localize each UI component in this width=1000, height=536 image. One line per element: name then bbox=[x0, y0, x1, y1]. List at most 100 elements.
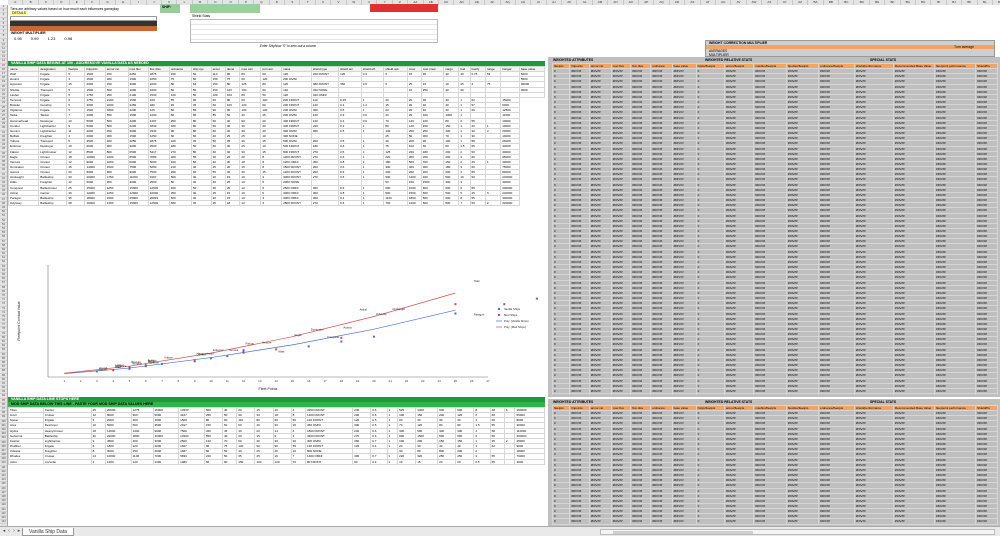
table-cell[interactable]: 28 bbox=[66, 200, 86, 207]
table-cell[interactable]: 1 bbox=[360, 200, 385, 207]
table-cell[interactable]: 1200 bbox=[406, 200, 422, 207]
column-header[interactable]: B bbox=[23, 0, 39, 5]
table-cell[interactable]: 16000 bbox=[84, 200, 106, 207]
column-header[interactable]: AW bbox=[746, 0, 763, 5]
column-header[interactable]: H bbox=[115, 0, 132, 5]
column-header[interactable]: AD bbox=[454, 0, 470, 5]
column-header[interactable]: BH bbox=[916, 0, 932, 5]
table-cell[interactable]: 20 bbox=[455, 458, 475, 465]
table-cell[interactable]: 100 bbox=[254, 458, 274, 465]
table-cell[interactable]: 480 bbox=[168, 200, 192, 207]
weighted-cell[interactable]: #DIV/0! bbox=[588, 392, 612, 395]
table-cell[interactable]: 500 bbox=[420, 200, 445, 207]
column-header[interactable]: BI bbox=[931, 0, 947, 5]
table-cell[interactable]: 500 bbox=[443, 200, 460, 207]
table-cell[interactable]: 18 bbox=[224, 200, 241, 207]
column-header[interactable]: BE bbox=[869, 0, 886, 5]
column-header[interactable]: AY bbox=[777, 0, 793, 5]
column-header[interactable]: E bbox=[69, 0, 85, 5]
table-cell[interactable]: 270 bbox=[310, 200, 340, 207]
last-sheet-icon[interactable]: ▸ bbox=[17, 528, 21, 534]
weighted-cell[interactable]: #DIV/0! bbox=[818, 392, 855, 395]
table-cell[interactable]: Astro bbox=[8, 458, 44, 465]
special-header[interactable]: Recommended Base Value bbox=[892, 405, 936, 412]
column-header[interactable]: BA bbox=[808, 0, 824, 5]
column-header[interactable]: C bbox=[38, 0, 55, 5]
column-header[interactable]: AG bbox=[500, 0, 516, 5]
column-header[interactable]: AH bbox=[515, 0, 532, 5]
table-row[interactable]: Astro Corvette 4 1200 120 1300 1083 60 90 150 100 1… bbox=[8, 458, 545, 465]
table-cell[interactable]: 0.5 bbox=[473, 458, 491, 465]
table-cell[interactable]: 4000 bbox=[514, 458, 545, 465]
weighted-cell[interactable]: #DIV/0! bbox=[818, 523, 855, 525]
column-header[interactable]: D bbox=[54, 0, 70, 5]
table-cell[interactable]: 90 bbox=[352, 458, 372, 465]
column-header[interactable]: AU bbox=[715, 0, 732, 5]
column-header[interactable]: AE bbox=[469, 0, 486, 5]
column-header[interactable]: BG bbox=[900, 0, 917, 5]
row-header[interactable]: 124 bbox=[0, 520, 7, 525]
table-cell[interactable]: 2800 FRONT bbox=[281, 200, 312, 207]
weighted-cell[interactable]: #DIV/0! bbox=[630, 392, 652, 395]
table-cell[interactable]: 10 bbox=[397, 458, 417, 465]
weighted-cell[interactable]: #DIV/0! bbox=[723, 523, 755, 525]
column-header[interactable]: AJ bbox=[546, 0, 563, 5]
weighted-row[interactable]: 0#DIV/0!#DIV/0!#DIV/0!#DIV/0!#DIV/0!#DIV… bbox=[552, 523, 998, 525]
column-header[interactable]: AX bbox=[762, 0, 778, 5]
column-header[interactable]: BJ bbox=[946, 0, 963, 5]
column-header[interactable]: A bbox=[8, 0, 24, 5]
weighted-cell[interactable]: #DIV/0! bbox=[630, 523, 652, 525]
table-cell[interactable]: 220000 bbox=[500, 200, 520, 207]
table-cell[interactable]: 60 bbox=[203, 458, 223, 465]
table-cell[interactable]: 4 bbox=[90, 458, 106, 465]
scrollbar-thumb[interactable] bbox=[613, 531, 753, 534]
table-cell[interactable]: 12 bbox=[239, 200, 262, 207]
table-cell[interactable]: 1200 bbox=[104, 458, 132, 465]
table-cell[interactable]: 50 bbox=[469, 200, 486, 207]
table-cell[interactable]: Corvette bbox=[42, 458, 92, 465]
weighted-cell[interactable]: #DIV/0! bbox=[975, 392, 998, 395]
column-header[interactable]: BB bbox=[823, 0, 840, 5]
mod-data-table[interactable]: Titan Carrier 25 20000 1275 16000 13333 500 40 20… bbox=[8, 407, 545, 526]
table-cell[interactable]: 0.4 bbox=[370, 458, 388, 465]
table-cell[interactable]: 15000 bbox=[127, 200, 149, 207]
table-cell[interactable]: 25 bbox=[210, 200, 226, 207]
column-header[interactable]: BD bbox=[854, 0, 870, 5]
horizontal-scrollbar[interactable] bbox=[600, 529, 995, 535]
column-header[interactable]: BK bbox=[962, 0, 978, 5]
table-cell[interactable]: 700 bbox=[383, 200, 408, 207]
tab-vanilla-ship-data[interactable]: Vanilla Ship Data bbox=[22, 528, 74, 536]
column-header[interactable]: AQ bbox=[654, 0, 670, 5]
column-header[interactable]: I bbox=[131, 0, 147, 5]
weighted-cell[interactable]: #DIV/0! bbox=[569, 392, 590, 395]
weighted-cell[interactable]: #DIV/0! bbox=[785, 523, 820, 525]
weighted-cell[interactable]: #DIV/0! bbox=[753, 392, 787, 395]
weighted-cell[interactable]: #DIV/0! bbox=[650, 523, 673, 525]
table-row[interactable]: Odyssey Battleship 28 16000 1300 15000 12500 48… bbox=[8, 200, 545, 207]
weighted-cell[interactable]: 0 bbox=[552, 392, 571, 395]
table-cell[interactable]: 45 bbox=[190, 200, 212, 207]
column-header-bar[interactable]: A B C D E F G H I J K L M N O P Q R S T U V W X Y Z AA AB AC AD AE AF AG… bbox=[8, 0, 1000, 5]
weighted-cell[interactable]: 0 bbox=[552, 523, 571, 525]
column-header[interactable]: AS bbox=[685, 0, 701, 5]
column-header[interactable]: AR bbox=[669, 0, 686, 5]
weighted-cell[interactable]: #DIV/0! bbox=[934, 523, 977, 525]
weighted-cell[interactable]: #DIV/0! bbox=[892, 392, 936, 395]
table-cell[interactable]: 15 bbox=[415, 458, 439, 465]
table-cell[interactable]: 65 bbox=[489, 458, 505, 465]
column-header[interactable]: BF bbox=[885, 0, 901, 5]
table-cell[interactable] bbox=[503, 458, 516, 465]
table-cell[interactable]: 0.6 bbox=[338, 200, 362, 207]
column-header[interactable]: F bbox=[84, 0, 101, 5]
table-cell[interactable]: 12500 bbox=[147, 200, 170, 207]
column-header[interactable]: AI bbox=[531, 0, 547, 5]
table-cell[interactable]: 120 bbox=[130, 458, 154, 465]
weighted-cell[interactable]: #DIV/0! bbox=[610, 523, 632, 525]
table-cell[interactable]: 7 bbox=[458, 200, 471, 207]
table-cell[interactable]: 1083 bbox=[178, 458, 205, 465]
table-cell[interactable]: 1300 bbox=[104, 200, 129, 207]
column-header[interactable]: AC bbox=[438, 0, 455, 5]
table-cell[interactable]: 90 bbox=[221, 458, 238, 465]
weighted-cell[interactable]: #DIV/0! bbox=[753, 523, 787, 525]
weighted-cell[interactable]: #DIV/0! bbox=[723, 392, 755, 395]
